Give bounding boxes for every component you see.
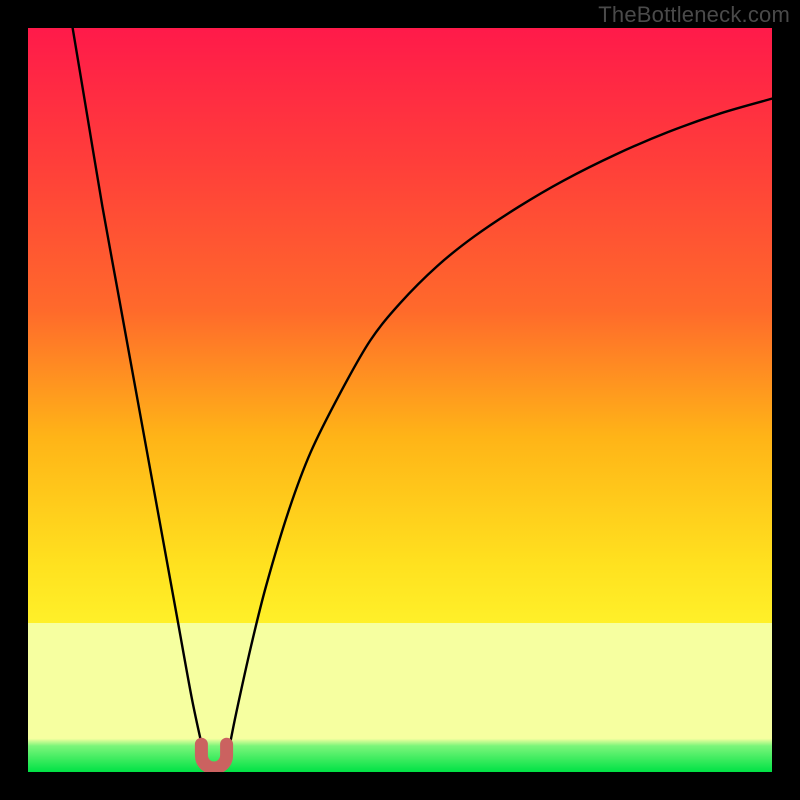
gradient-background	[28, 28, 772, 772]
plot-area	[28, 28, 772, 772]
watermark-text: TheBottleneck.com	[598, 2, 790, 28]
chart-container: TheBottleneck.com	[0, 0, 800, 800]
chart-svg	[28, 28, 772, 772]
